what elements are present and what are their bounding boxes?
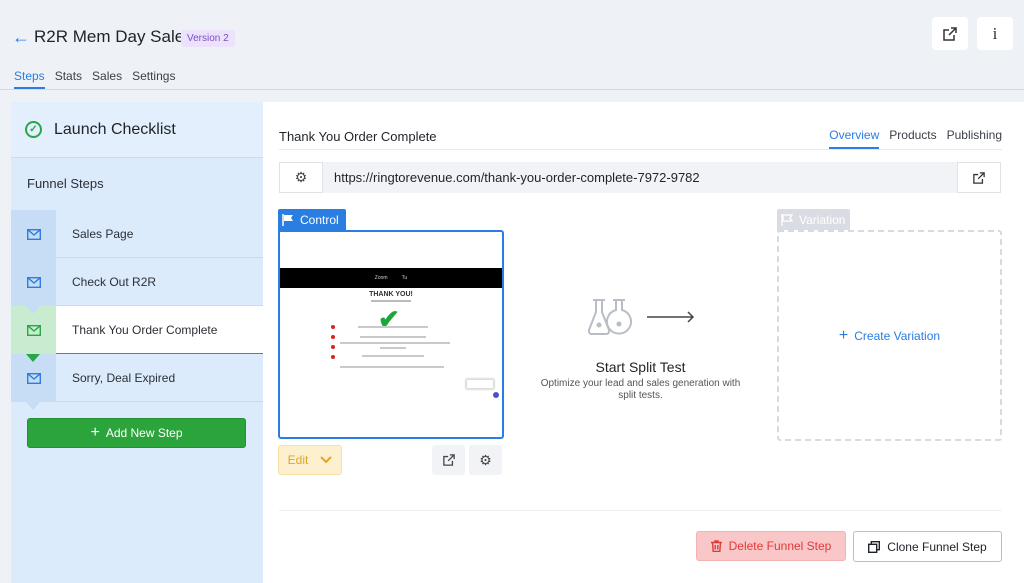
create-variation-label: Create Variation <box>854 328 941 343</box>
step-label: Sorry, Deal Expired <box>72 370 176 385</box>
info-icon: i <box>992 23 998 43</box>
step-url[interactable]: https://ringtorevenue.com/thank-you-orde… <box>334 170 957 185</box>
bullet-icon <box>331 325 335 329</box>
preview-nav-item: Tu <box>401 275 408 281</box>
variation-label: Variation <box>799 212 846 227</box>
bullet-icon <box>331 335 335 339</box>
preview-text-line <box>340 366 444 368</box>
preview-text-line <box>380 347 406 349</box>
external-link-icon <box>442 454 455 466</box>
tab-steps[interactable]: Steps <box>14 69 45 89</box>
bullet-icon <box>331 345 335 349</box>
add-new-step-label: Add New Step <box>105 426 183 440</box>
flag-icon <box>781 213 793 226</box>
chevron-down-icon <box>320 456 333 464</box>
split-test-icons <box>533 297 748 337</box>
preview-nav-item: Zoom <box>374 275 388 281</box>
gear-icon: ⚙ <box>479 451 492 468</box>
sidebar-step-sales-page[interactable]: Sales Page <box>11 210 263 266</box>
preview-subtext <box>280 299 502 302</box>
main-panel: Thank You Order Complete Overview Produc… <box>263 102 1024 583</box>
delete-funnel-step-label: Delete Funnel Step <box>728 539 832 553</box>
email-icon <box>11 210 56 266</box>
variation-tag: Variation <box>777 209 851 230</box>
sidebar-step-sorry-expired[interactable]: Sorry, Deal Expired <box>11 354 263 410</box>
flasks-icon <box>587 299 632 335</box>
add-new-step-button[interactable]: + Add New Step <box>27 418 246 448</box>
gear-icon: ⚙ <box>294 169 308 185</box>
edit-button[interactable]: Edit <box>278 445 342 475</box>
footer-divider <box>279 510 1002 511</box>
edit-label: Edit <box>287 453 309 467</box>
clone-funnel-step-label: Clone Funnel Step <box>887 539 987 554</box>
arrow-right-icon <box>646 311 694 323</box>
split-test-description: Optimize your lead and sales generation … <box>540 378 741 401</box>
clone-funnel-step-button[interactable]: Clone Funnel Step <box>853 531 1002 562</box>
sidebar-step-thank-you[interactable]: Thank You Order Complete <box>11 306 263 362</box>
flag-icon <box>282 213 293 226</box>
sidebar: ✓ Launch Checklist Funnel Steps Sales Pa… <box>11 102 263 583</box>
version-badge: Version 2 <box>181 30 235 47</box>
tab-stats[interactable]: Stats <box>55 69 82 89</box>
preview-heading: THANK YOU! <box>369 291 413 298</box>
tab-sales[interactable]: Sales <box>92 69 122 89</box>
tabs-divider <box>279 149 1002 150</box>
open-url-button[interactable] <box>957 162 1001 193</box>
header-tabs: Steps Stats Sales Settings <box>14 69 175 89</box>
open-external-button[interactable] <box>932 17 968 50</box>
sidebar-step-check-out[interactable]: Check Out R2R <box>11 258 263 314</box>
url-bar: ⚙ https://ringtorevenue.com/thank-you-or… <box>279 162 1001 193</box>
create-variation-area[interactable]: + Create Variation <box>777 230 1002 441</box>
tab-publishing[interactable]: Publishing <box>947 128 1002 149</box>
plus-icon: + <box>838 326 849 344</box>
preview-settings-button[interactable]: ⚙ <box>469 445 502 475</box>
step-label: Check Out R2R <box>72 274 157 289</box>
delete-funnel-step-button[interactable]: Delete Funnel Step <box>696 531 846 561</box>
funnel-title: R2R Mem Day Sale <box>34 27 185 46</box>
control-label: Control <box>300 212 339 227</box>
preview-text-line <box>360 336 426 338</box>
preview-chat-bubble <box>493 392 499 398</box>
info-button[interactable]: i <box>977 17 1013 50</box>
step-tabs: Overview Products Publishing <box>829 128 1002 149</box>
trash-icon <box>710 540 722 552</box>
page-header: ← R2R Mem Day Sale Version 2 i Steps Sta… <box>0 0 1024 90</box>
external-link-icon <box>973 171 985 184</box>
split-test-title: Start Split Test <box>595 359 686 375</box>
split-test-prompt[interactable]: Start Split Test Optimize your lead and … <box>533 297 748 402</box>
control-page-preview[interactable]: Zoom Tu THANK YOU! ✔ <box>278 230 504 439</box>
bullet-icon <box>331 355 335 359</box>
preview-text-line <box>362 355 424 357</box>
tab-settings[interactable]: Settings <box>132 69 175 89</box>
copy-icon <box>868 540 881 553</box>
control-tag: Control <box>278 209 346 230</box>
tab-overview[interactable]: Overview <box>829 128 880 149</box>
external-link-icon <box>943 26 957 41</box>
preview-chat-widget <box>466 379 494 389</box>
preview-nav-bar: Zoom Tu <box>280 268 502 288</box>
launch-checklist[interactable]: ✓ Launch Checklist <box>11 102 263 158</box>
preview-text-line <box>358 326 428 328</box>
step-label: Sales Page <box>72 226 134 241</box>
launch-checklist-label: Launch Checklist <box>54 120 176 138</box>
checkmark-icon: ✔ <box>378 304 400 334</box>
plus-icon: + <box>90 424 100 441</box>
step-label: Thank You Order Complete <box>72 322 218 337</box>
arrow-left-icon[interactable]: ← <box>12 27 30 48</box>
funnel-steps-heading: Funnel Steps <box>27 176 104 191</box>
step-title: Thank You Order Complete <box>279 129 437 144</box>
preview-external-button[interactable] <box>432 445 465 475</box>
tab-products[interactable]: Products <box>889 128 936 149</box>
check-circle-icon: ✓ <box>25 121 42 138</box>
url-settings-button[interactable]: ⚙ <box>279 162 323 193</box>
preview-text-line <box>340 342 450 344</box>
